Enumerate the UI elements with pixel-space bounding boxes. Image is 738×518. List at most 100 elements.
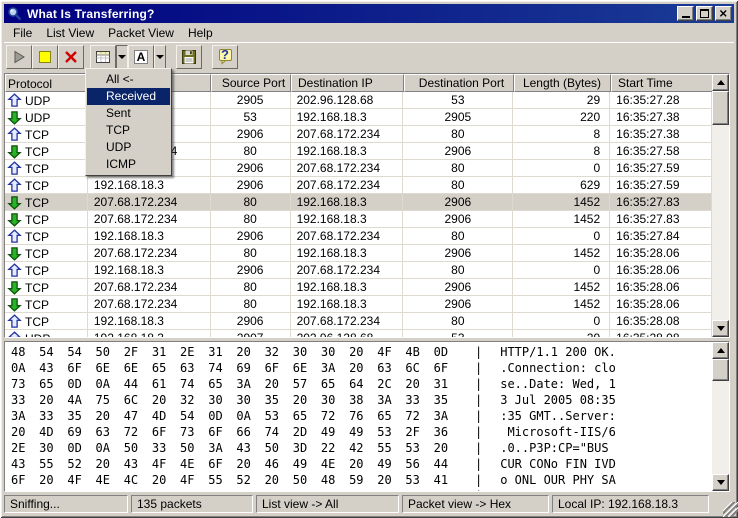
maximize-button[interactable] xyxy=(696,6,713,21)
hex-ascii-separator: | xyxy=(475,345,482,361)
question-mark-icon: ? xyxy=(213,47,237,62)
title-bar[interactable]: What Is Transferring? xyxy=(4,4,734,23)
hex-line: 2E 30 0D 0A 50 33 50 3A 43 50 3D 22 42 5… xyxy=(11,441,711,457)
filter-menu-item[interactable]: Received xyxy=(87,88,170,105)
triangle-up-icon xyxy=(717,348,725,353)
start-time-cell: 16:35:27.59 xyxy=(610,160,712,177)
protocol-cell: UDP xyxy=(5,330,88,337)
list-view-filter-dropdown[interactable] xyxy=(116,45,128,69)
table-scrollbar[interactable] xyxy=(712,74,729,337)
column-header-protocol[interactable]: Protocol xyxy=(5,74,88,92)
column-header-source-port[interactable]: Source Port xyxy=(211,74,291,92)
packet-view-mode-button[interactable]: A xyxy=(128,45,154,69)
source-ip-cell: 192.168.18.3 xyxy=(88,330,211,337)
scroll-down-button[interactable] xyxy=(712,474,729,491)
scrollbar-thumb[interactable] xyxy=(712,359,729,381)
table-row[interactable]: TCP 192.168.18.3 2906 207.68.172.234 80 … xyxy=(5,313,712,330)
hex-scrollbar[interactable] xyxy=(712,342,729,491)
column-header-length[interactable]: Length (Bytes) xyxy=(514,74,611,92)
minimize-icon xyxy=(682,16,690,18)
ascii-text: 3 Jul 2005 08:35 xyxy=(500,393,616,409)
destination-port-cell: 2906 xyxy=(403,143,513,160)
hex-line: 20 4D 69 63 72 6F 73 6F 66 74 2D 49 49 5… xyxy=(11,425,711,441)
menu-item[interactable]: List View xyxy=(39,24,101,42)
direction-arrow-icon xyxy=(7,246,22,261)
packet-view-mode-dropdown[interactable] xyxy=(154,45,166,69)
table-row[interactable]: TCP 207.68.172.234 80 192.168.18.3 2906 … xyxy=(5,296,712,313)
length-cell: 629 xyxy=(513,177,610,194)
protocol-cell: TCP xyxy=(5,160,88,177)
filter-menu-item[interactable]: ICMP xyxy=(87,156,170,173)
minimize-button[interactable] xyxy=(677,6,694,21)
hex-ascii-separator: | xyxy=(475,361,482,377)
start-time-cell: 16:35:28.06 xyxy=(610,245,712,262)
ascii-text: CUR CONo FIN IVD xyxy=(500,457,616,473)
destination-port-cell: 80 xyxy=(403,160,513,177)
table-row[interactable]: TCP 207.68.172.234 80 192.168.18.3 2906 … xyxy=(5,279,712,296)
window-title: What Is Transferring? xyxy=(27,7,675,21)
stop-capture-button[interactable] xyxy=(58,45,84,69)
source-port-cell: 53 xyxy=(211,109,291,126)
start-capture-button[interactable] xyxy=(6,45,32,69)
scrollbar-thumb[interactable] xyxy=(712,91,729,125)
list-view-filter-menu: All <- Received Sent TCP UDP ICMP xyxy=(85,68,172,176)
column-header-destination-port[interactable]: Destination Port xyxy=(404,74,514,92)
chevron-down-icon xyxy=(118,55,126,59)
destination-port-cell: 2906 xyxy=(403,296,513,313)
start-time-cell: 16:35:27.28 xyxy=(610,92,712,109)
column-header-destination-ip[interactable]: Destination IP xyxy=(291,74,404,92)
scroll-up-button[interactable] xyxy=(712,342,729,359)
destination-ip-cell: 207.68.172.234 xyxy=(291,126,404,143)
destination-port-cell: 80 xyxy=(403,177,513,194)
table-row[interactable]: TCP 192.168.18.3 2906 207.68.172.234 80 … xyxy=(5,177,712,194)
destination-ip-cell: 207.68.172.234 xyxy=(291,228,404,245)
table-row[interactable]: TCP 207.68.172.234 80 192.168.18.3 2906 … xyxy=(5,211,712,228)
destination-ip-cell: 207.68.172.234 xyxy=(291,313,404,330)
help-button[interactable]: ? xyxy=(212,45,238,69)
menu-item[interactable]: Help xyxy=(181,24,220,42)
column-header-start-time[interactable]: Start Time xyxy=(611,74,713,92)
filter-menu-item[interactable]: All <- xyxy=(87,71,170,88)
ascii-text: se..Date: Wed, 1 xyxy=(500,377,616,393)
scroll-up-button[interactable] xyxy=(712,74,729,91)
hex-ascii-separator: | xyxy=(475,393,482,409)
destination-ip-cell: 192.168.18.3 xyxy=(291,296,404,313)
close-button[interactable] xyxy=(715,6,732,21)
destination-ip-cell: 192.168.18.3 xyxy=(291,245,404,262)
start-time-cell: 16:35:28.06 xyxy=(610,262,712,279)
protocol-cell: UDP xyxy=(5,92,88,109)
hex-ascii-separator: | xyxy=(475,473,482,489)
source-ip-cell: 207.68.172.234 xyxy=(88,194,211,211)
menu-item[interactable]: Packet View xyxy=(101,24,181,42)
source-port-cell: 2906 xyxy=(211,262,291,279)
protocol-cell: UDP xyxy=(5,109,88,126)
table-row[interactable]: TCP 207.68.172.234 80 192.168.18.3 2906 … xyxy=(5,194,712,211)
resize-grip[interactable] xyxy=(723,502,738,517)
ascii-text: :35 GMT..Server: xyxy=(500,409,616,425)
table-row[interactable]: TCP 192.168.18.3 2906 207.68.172.234 80 … xyxy=(5,262,712,279)
menu-item[interactable]: File xyxy=(6,24,39,42)
filter-menu-item[interactable]: TCP xyxy=(87,122,170,139)
save-button[interactable] xyxy=(176,45,202,69)
source-port-cell: 2906 xyxy=(211,177,291,194)
protocol-cell: TCP xyxy=(5,296,88,313)
table-row[interactable]: TCP 192.168.18.3 2906 207.68.172.234 80 … xyxy=(5,228,712,245)
source-ip-cell: 192.168.18.3 xyxy=(88,228,211,245)
source-ip-cell: 207.68.172.234 xyxy=(88,211,211,228)
source-ip-cell: 207.68.172.234 xyxy=(88,296,211,313)
filter-menu-item[interactable]: UDP xyxy=(87,139,170,156)
source-port-cell: 2906 xyxy=(211,228,291,245)
status-local-ip: Local IP: 192.168.18.3 xyxy=(552,495,709,513)
hex-line: 43 55 52 20 43 4F 4E 6F 20 46 49 4E 20 4… xyxy=(11,457,711,473)
filter-menu-item[interactable]: Sent xyxy=(87,105,170,122)
hex-line: 33 20 4A 75 6C 20 32 30 30 35 20 30 38 3… xyxy=(11,393,711,409)
destination-port-cell: 2906 xyxy=(403,245,513,262)
list-view-filter-button[interactable] xyxy=(90,45,116,69)
table-row[interactable]: TCP 207.68.172.234 80 192.168.18.3 2906 … xyxy=(5,245,712,262)
chevron-down-icon xyxy=(156,55,164,59)
status-packet-count: 135 packets xyxy=(131,495,253,513)
scroll-down-button[interactable] xyxy=(712,320,729,337)
pause-capture-button[interactable] xyxy=(32,45,58,69)
table-row[interactable]: UDP 192.168.18.3 2907 202.96.128.68 53 2… xyxy=(5,330,712,337)
length-cell: 8 xyxy=(513,126,610,143)
